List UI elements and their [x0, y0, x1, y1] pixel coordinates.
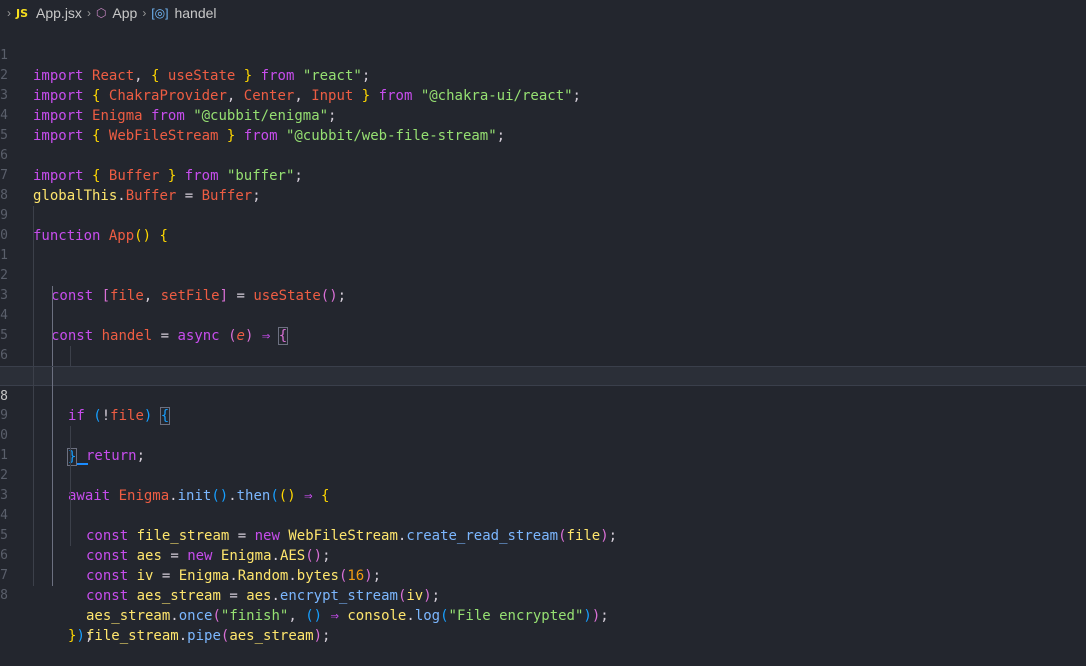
code-line: 6 import { Buffer } from "buffer";	[0, 126, 1086, 184]
code-line: 8	[0, 166, 1086, 203]
code-line: 5 aes_stream.once("finish", () ⇒ console…	[0, 506, 1086, 624]
code-line: 2	[0, 246, 1086, 283]
code-editor[interactable]: 1 import React, { useState } from "react…	[0, 26, 1086, 644]
code-token: aes	[246, 588, 272, 604]
code-token: aes_stream	[136, 588, 221, 604]
code-line: 3 const handel = async (e) ⇒ {	[0, 266, 1086, 345]
code-token: log	[414, 608, 441, 624]
code-token: aes_stream	[86, 608, 171, 624]
variable-symbol-icon: [◎]	[151, 6, 169, 20]
code-line: 0	[0, 206, 1086, 243]
code-token: file_stream	[86, 628, 179, 644]
code-line: 2 const aes = new Enigma.AES();	[0, 446, 1086, 564]
code-token: ⇒	[330, 608, 339, 624]
code-line: 3 import Enigma from "@cubbit/enigma";	[0, 66, 1086, 124]
code-line: 4 const aes_stream = aes.encrypt_stream(…	[0, 486, 1086, 604]
code-line: 3 const iv = Enigma.Random.bytes(16);	[0, 466, 1086, 584]
code-token: const	[86, 588, 129, 604]
code-line: 1 const [file, setFile] = useState();	[0, 226, 1086, 304]
code-line: 9 function App() {	[0, 186, 1086, 244]
breadcrumb-file[interactable]: App.jsx	[36, 5, 82, 21]
component-symbol-icon: ⬡	[95, 6, 107, 20]
breadcrumb: › JS App.jsx › ⬡ App › [◎] handel	[0, 0, 1086, 26]
code-line: 5	[0, 306, 1086, 343]
code-token: aes_stream	[229, 628, 314, 644]
code-line: 0 await Enigma.init().then(() ⇒ {	[0, 406, 1086, 504]
code-line: 4 e.preventDefault();	[0, 286, 1086, 384]
code-token: once	[178, 608, 213, 624]
line-number: 8	[0, 588, 8, 603]
chevron-right-icon: ›	[86, 6, 91, 20]
code-line: 6 if (!file) {	[0, 326, 1086, 425]
chevron-right-icon: ›	[142, 6, 147, 20]
code-line: 6 file_stream.pipe(aes_stream);	[0, 526, 1086, 644]
code-line: 9	[0, 386, 1086, 423]
code-token: pipe	[187, 628, 221, 644]
code-line: 7 globalThis.Buffer = Buffer;	[0, 146, 1086, 204]
code-line: 1 import React, { useState } from "react…	[0, 26, 1086, 84]
code-line: 7 });	[0, 546, 1086, 644]
code-line: 4 import { WebFileStream } from "@cubbit…	[0, 86, 1086, 144]
breadcrumb-variable[interactable]: handel	[174, 5, 216, 21]
code-token: "File encrypted"	[448, 608, 584, 624]
javascript-file-icon: JS	[16, 6, 29, 20]
breadcrumb-symbol[interactable]: App	[112, 5, 137, 21]
code-token: iv	[406, 588, 424, 604]
code-token: "finish"	[220, 608, 289, 624]
chevron-right-icon: ›	[7, 6, 11, 20]
code-line: 2 import { ChakraProvider, Center, Input…	[0, 46, 1086, 104]
code-line: 7 return;	[0, 346, 1086, 464]
code-line: 1 const file_stream = new WebFileStream.…	[0, 426, 1086, 544]
code-token: console	[347, 608, 407, 624]
code-token: encrypt_stream	[279, 588, 398, 604]
code-line: 5	[0, 106, 1086, 143]
code-line-current: 8 }	[0, 366, 1086, 466]
code-line: 8	[0, 566, 1086, 603]
